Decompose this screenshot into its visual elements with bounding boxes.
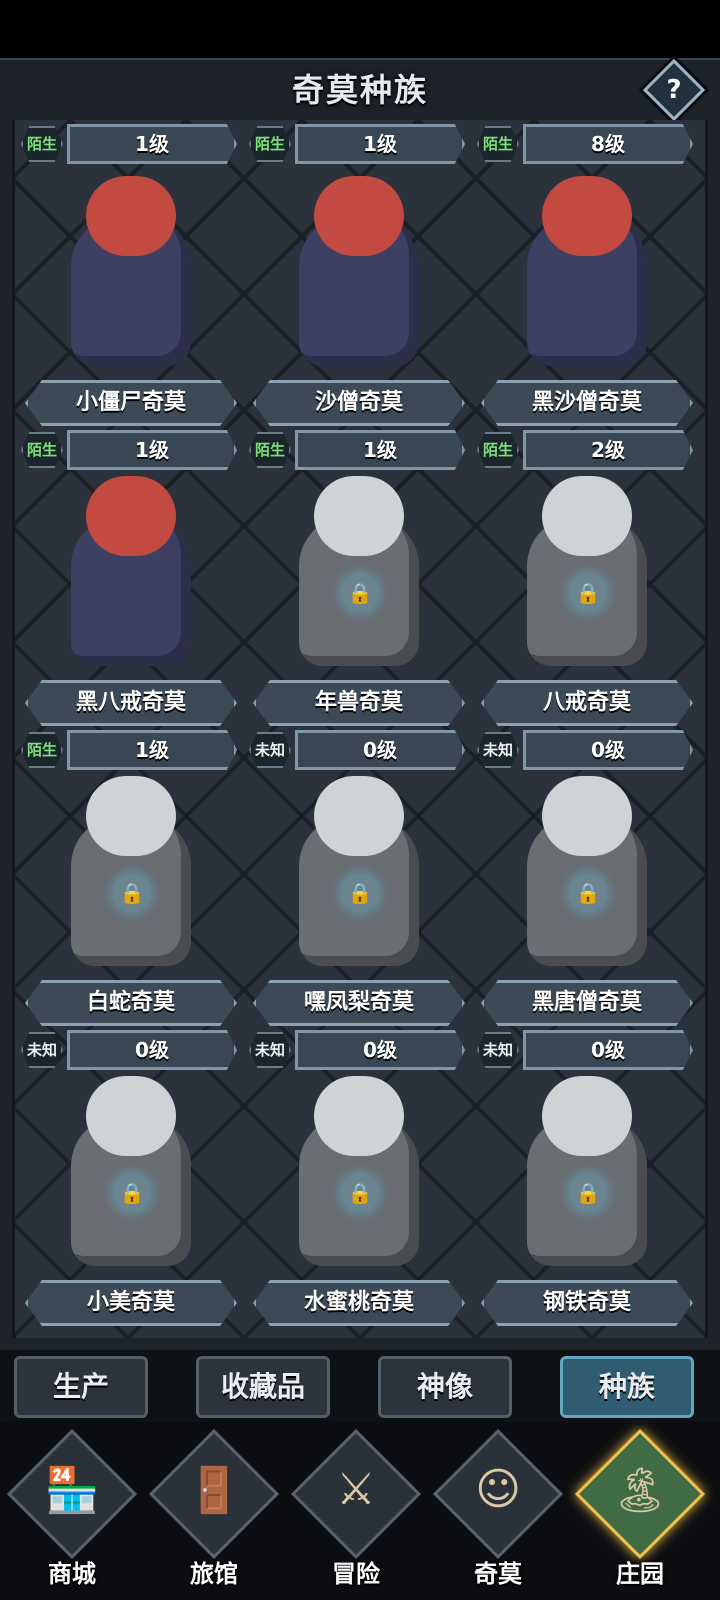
race-card[interactable]: 黑沙僧奇莫 陌生 2级 [471, 120, 703, 470]
race-card[interactable]: 小僵尸奇莫 陌生 1级 [15, 120, 247, 470]
character-portrait [487, 176, 687, 386]
nav-item-adventure[interactable]: ⚔ 冒险 [286, 1428, 426, 1596]
character-portrait [31, 476, 231, 686]
nav-label: 旅馆 [190, 1560, 238, 1588]
character-portrait: 🔒 [487, 776, 687, 986]
race-name: 小美奇莫 [86, 1290, 175, 1315]
qimo-icon: ☺ [475, 1464, 521, 1515]
tab-collectibles[interactable]: 收藏品 [196, 1356, 330, 1418]
manor-icon: 🏝 [612, 1465, 668, 1516]
race-name: 钢铁奇莫 [542, 1290, 631, 1315]
adventure-icon: ⚔ [336, 1464, 376, 1515]
character-head [86, 1076, 176, 1156]
race-card[interactable]: 🔒 嘿凤梨奇莫 未知 0级 [243, 716, 475, 1070]
race-card[interactable]: 🔒 黑唐僧奇莫 未知 0级 [471, 716, 703, 1070]
app-root: 奇莫种族 ? 陌生 1级 陌生 1级 陌生 8级 小僵尸奇莫 陌生 1级 沙僧奇莫 陌生… [0, 0, 720, 1600]
page-title: 奇莫种族 [291, 71, 428, 109]
nav-item-shop[interactable]: 🏪 商城 [2, 1428, 142, 1596]
character-head [542, 776, 632, 856]
race-grid[interactable]: 陌生 1级 陌生 1级 陌生 8级 小僵尸奇莫 陌生 1级 沙僧奇莫 陌生 1级 黑沙僧奇莫… [12, 120, 708, 1338]
character-head [86, 476, 176, 556]
lock-icon: 🔒 [343, 1176, 377, 1210]
nav-item-inn[interactable]: 🚪 旅馆 [144, 1428, 284, 1596]
tab-production[interactable]: 生产 [14, 1356, 148, 1418]
character-portrait: 🔒 [259, 776, 459, 986]
character-portrait: 🔒 [31, 1076, 231, 1286]
lock-icon: 🔒 [115, 1176, 149, 1210]
character-head [542, 476, 632, 556]
nav-label: 奇莫 [474, 1560, 522, 1588]
character-portrait [31, 176, 231, 386]
lock-icon: 🔒 [571, 1176, 605, 1210]
lock-icon: 🔒 [343, 576, 377, 610]
race-card[interactable]: 🔒 水蜜桃奇莫 [243, 1016, 475, 1326]
race-card[interactable]: 🔒 白蛇奇莫 未知 0级 [15, 716, 247, 1070]
nav-label: 庄园 [616, 1560, 664, 1588]
character-head [314, 176, 404, 256]
character-portrait: 🔒 [31, 776, 231, 986]
character-head [542, 1076, 632, 1156]
status-bar-area [0, 0, 720, 58]
character-portrait [259, 176, 459, 386]
inn-icon: 🚪 [186, 1465, 242, 1516]
character-portrait: 🔒 [487, 1076, 687, 1286]
race-card[interactable]: 沙僧奇莫 陌生 1级 [243, 120, 475, 470]
character-head [314, 776, 404, 856]
nav-label: 商城 [48, 1560, 96, 1588]
nav-item-manor[interactable]: 🏝 庄园 [570, 1428, 710, 1596]
race-name: 水蜜桃奇莫 [303, 1290, 414, 1315]
character-head [86, 176, 176, 256]
character-portrait: 🔒 [259, 476, 459, 686]
tab-race[interactable]: 种族 [560, 1356, 694, 1418]
lock-icon: 🔒 [571, 876, 605, 910]
help-icon: ? [666, 75, 682, 105]
character-head [314, 476, 404, 556]
lock-icon: 🔒 [343, 876, 377, 910]
nav-label: 冒险 [332, 1560, 380, 1588]
lock-icon: 🔒 [115, 876, 149, 910]
race-card[interactable]: 🔒 钢铁奇莫 [471, 1016, 703, 1326]
name-plate: 小美奇莫 [25, 1280, 237, 1326]
nav-item-qimo[interactable]: ☺ 奇莫 [428, 1428, 568, 1596]
name-plate: 水蜜桃奇莫 [253, 1280, 465, 1326]
character-portrait: 🔒 [487, 476, 687, 686]
race-card[interactable]: 🔒 八戒奇莫 未知 0级 [471, 416, 703, 770]
character-head [314, 1076, 404, 1156]
lock-icon: 🔒 [571, 576, 605, 610]
name-plate: 钢铁奇莫 [481, 1280, 693, 1326]
tab-statues[interactable]: 神像 [378, 1356, 512, 1418]
character-portrait: 🔒 [259, 1076, 459, 1286]
character-head [542, 176, 632, 256]
race-card[interactable]: 🔒 年兽奇莫 未知 0级 [243, 416, 475, 770]
race-card[interactable]: 黑八戒奇莫 陌生 1级 [15, 416, 247, 770]
race-card[interactable]: 🔒 小美奇莫 [15, 1016, 247, 1326]
character-head [86, 776, 176, 856]
shop-icon: 🏪 [44, 1465, 100, 1516]
